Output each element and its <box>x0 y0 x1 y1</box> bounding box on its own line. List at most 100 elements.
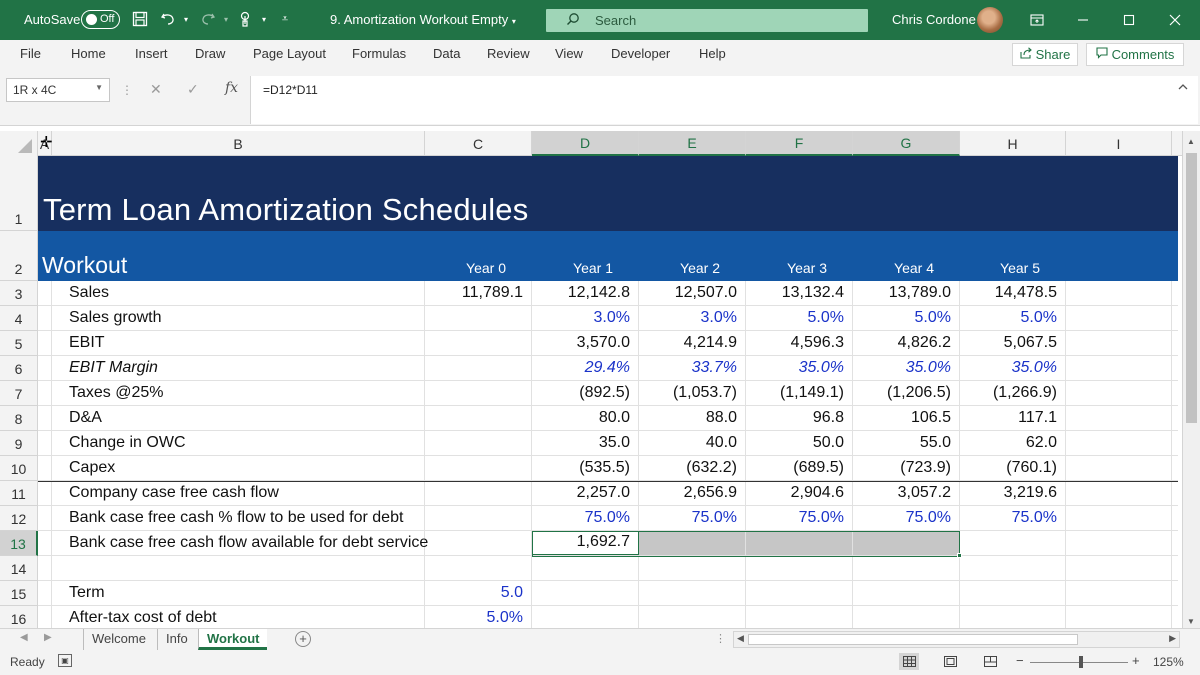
row-header-13[interactable]: 13 <box>0 531 38 556</box>
file-title[interactable]: 9. Amortization Workout Empty ▾ <box>330 12 516 27</box>
enter-icon[interactable]: ✓ <box>187 81 199 98</box>
row-label-cell[interactable]: Bank case free cash % flow to be used fo… <box>52 506 425 530</box>
value-cell[interactable] <box>960 581 1066 605</box>
value-cell[interactable]: 55.0 <box>853 431 960 455</box>
cell[interactable] <box>38 331 52 355</box>
value-cell[interactable]: 88.0 <box>639 406 746 430</box>
value-cell[interactable] <box>853 556 960 580</box>
value-cell[interactable]: 5.0% <box>746 306 853 330</box>
normal-view-icon[interactable] <box>899 653 919 670</box>
row-header-16[interactable]: 16 <box>0 606 38 628</box>
title-banner[interactable]: Term Loan Amortization Schedules <box>38 156 1178 231</box>
close-icon[interactable] <box>1162 8 1188 32</box>
row-label-cell[interactable] <box>52 556 425 580</box>
value-cell[interactable] <box>532 556 639 580</box>
cell[interactable] <box>1066 531 1172 555</box>
row-header-9[interactable]: 9 <box>0 431 38 456</box>
value-cell[interactable]: 1,692.7 <box>532 531 639 555</box>
cell[interactable] <box>38 531 52 555</box>
row-label-cell[interactable]: Capex <box>52 456 425 480</box>
row-header-2[interactable]: 2 <box>0 231 38 281</box>
value-cell[interactable] <box>853 606 960 628</box>
share-button[interactable]: Share <box>1012 43 1078 66</box>
year-header[interactable]: Year 5 <box>960 260 1040 276</box>
column-header-b[interactable]: B <box>52 131 425 156</box>
value-cell[interactable] <box>425 482 532 505</box>
value-cell[interactable] <box>425 506 532 530</box>
row-header-10[interactable]: 10 <box>0 456 38 481</box>
value-cell[interactable]: 5.0% <box>853 306 960 330</box>
value-cell[interactable] <box>425 306 532 330</box>
menu-review[interactable]: Review <box>487 46 530 61</box>
value-cell[interactable]: 75.0% <box>853 506 960 530</box>
tab-scroll-left-icon[interactable]: ◀ <box>20 632 28 643</box>
worksheet-grid[interactable]: A B C D E F G H I ✛ Term Loan Amortization Schedu… <box>0 131 1182 628</box>
undo-dropdown-icon[interactable]: ▾ <box>176 9 196 29</box>
value-cell[interactable]: (760.1) <box>960 456 1066 480</box>
value-cell[interactable]: 2,656.9 <box>639 482 746 505</box>
value-cell[interactable] <box>532 581 639 605</box>
macro-record-icon[interactable]: ▣ <box>58 654 72 667</box>
value-cell[interactable]: 3,570.0 <box>532 331 639 355</box>
cell[interactable] <box>1066 331 1172 355</box>
year-header[interactable]: Year 2 <box>639 260 720 276</box>
menu-help[interactable]: Help <box>699 46 726 61</box>
redo-icon[interactable] <box>198 9 218 29</box>
cell[interactable] <box>1066 456 1172 480</box>
value-cell[interactable]: 96.8 <box>746 406 853 430</box>
minimize-icon[interactable] <box>1070 8 1096 32</box>
value-cell[interactable] <box>960 556 1066 580</box>
row-label-cell[interactable]: Taxes @25% <box>52 381 425 405</box>
redo-dropdown-icon[interactable]: ▾ <box>216 9 236 29</box>
cell[interactable] <box>38 381 52 405</box>
ribbon-display-icon[interactable] <box>1024 8 1050 32</box>
vertical-scrollbar[interactable]: ▲ ▼ <box>1182 131 1200 628</box>
value-cell[interactable]: 117.1 <box>960 406 1066 430</box>
value-cell[interactable]: 62.0 <box>960 431 1066 455</box>
cell[interactable] <box>38 606 52 628</box>
cell[interactable] <box>38 306 52 330</box>
value-cell[interactable]: 3,057.2 <box>853 482 960 505</box>
touch-dropdown-icon[interactable]: ▾ <box>254 9 274 29</box>
cell[interactable] <box>38 281 52 305</box>
scroll-up-icon[interactable]: ▲ <box>1187 137 1195 146</box>
value-cell[interactable]: 3,219.6 <box>960 482 1066 505</box>
row-header-1[interactable]: 1 <box>0 156 38 231</box>
value-cell[interactable] <box>746 556 853 580</box>
row-header-7[interactable]: 7 <box>0 381 38 406</box>
value-cell[interactable] <box>425 531 532 555</box>
maximize-icon[interactable] <box>1116 8 1142 32</box>
page-break-view-icon[interactable] <box>980 653 1000 670</box>
value-cell[interactable] <box>425 356 532 380</box>
cell[interactable] <box>38 506 52 530</box>
row-label-cell[interactable]: Term <box>52 581 425 605</box>
value-cell[interactable]: 35.0 <box>532 431 639 455</box>
value-cell[interactable]: 75.0% <box>532 506 639 530</box>
column-header-i[interactable]: I <box>1066 131 1172 156</box>
value-cell[interactable] <box>853 531 960 555</box>
menu-view[interactable]: View <box>555 46 583 61</box>
cell[interactable] <box>1066 406 1172 430</box>
value-cell[interactable] <box>746 581 853 605</box>
value-cell[interactable]: (892.5) <box>532 381 639 405</box>
column-header-f[interactable]: F <box>746 131 853 156</box>
cell[interactable] <box>38 356 52 380</box>
value-cell[interactable]: 75.0% <box>960 506 1066 530</box>
zoom-slider-thumb[interactable] <box>1078 656 1083 668</box>
column-header-g[interactable]: G <box>853 131 960 156</box>
value-cell[interactable] <box>425 406 532 430</box>
value-cell[interactable]: (1,053.7) <box>639 381 746 405</box>
value-cell[interactable]: 35.0% <box>746 356 853 380</box>
row-header-4[interactable]: 4 <box>0 306 38 331</box>
value-cell[interactable] <box>639 531 746 555</box>
cell[interactable] <box>1066 306 1172 330</box>
row-label-cell[interactable]: Change in OWC <box>52 431 425 455</box>
value-cell[interactable] <box>425 556 532 580</box>
year-header[interactable]: Year 3 <box>746 260 827 276</box>
scroll-right-icon[interactable]: ▶ <box>1169 633 1176 644</box>
customize-toolbar-icon[interactable]: ⩡ <box>275 9 295 29</box>
cell[interactable] <box>38 406 52 430</box>
cell[interactable] <box>1066 381 1172 405</box>
tab-workout[interactable]: Workout <box>198 629 268 650</box>
horizontal-scroll-thumb[interactable] <box>748 634 1078 645</box>
